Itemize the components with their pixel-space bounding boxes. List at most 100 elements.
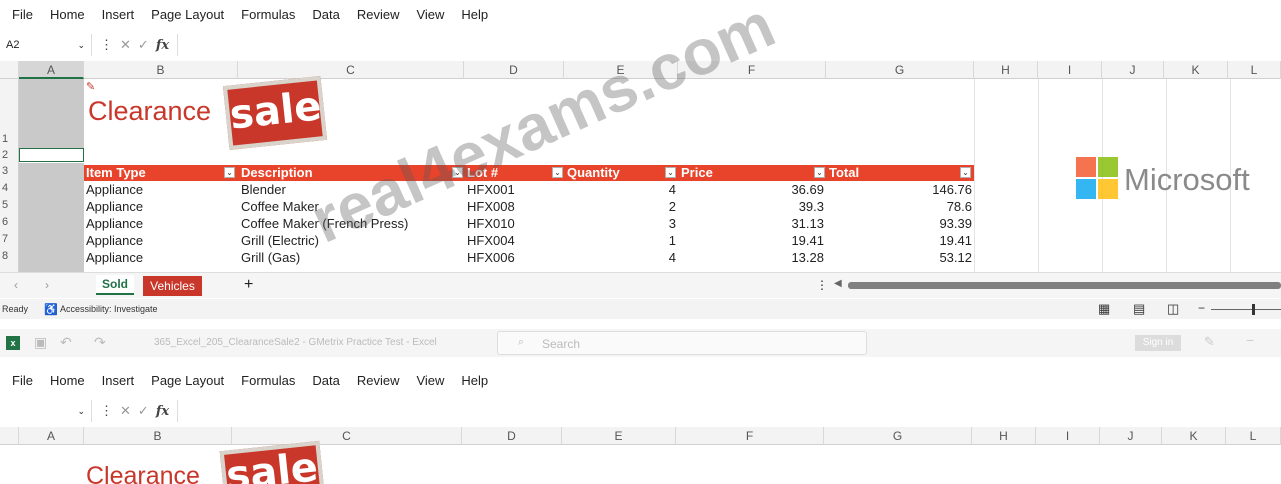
fx-icon[interactable]: fx [156, 38, 169, 53]
cell-total[interactable]: 78.6 [826, 199, 972, 214]
menu-page-layout[interactable]: Page Layout [151, 7, 224, 22]
cell-lot[interactable]: HFX004 [467, 233, 515, 248]
menu-view[interactable]: View [416, 7, 444, 22]
col-i[interactable]: I [1038, 61, 1102, 79]
col-l[interactable]: L [1226, 427, 1281, 445]
cell-item-type[interactable]: Appliance [86, 250, 143, 265]
menu-review[interactable]: Review [357, 7, 400, 22]
row-3[interactable]: 3 [2, 165, 8, 177]
col-c[interactable]: C [232, 427, 462, 445]
cell-price[interactable]: 31.13 [678, 216, 824, 231]
cell-item-type[interactable]: Appliance [86, 233, 143, 248]
zoom-slider[interactable] [1211, 309, 1281, 310]
more-icon[interactable]: ⋮ [100, 403, 113, 419]
menu-file[interactable]: File [12, 373, 33, 388]
cell-quantity[interactable]: 4 [564, 182, 676, 197]
filter-icon[interactable]: ⌄ [552, 167, 563, 178]
row-1[interactable]: 1 [2, 133, 8, 145]
enter-icon[interactable]: ✓ [138, 403, 149, 419]
row-6[interactable]: 6 [2, 216, 8, 228]
enter-icon[interactable]: ✓ [138, 37, 149, 53]
cell-quantity[interactable]: 4 [564, 250, 676, 265]
col-k[interactable]: K [1164, 61, 1228, 79]
cell-item-type[interactable]: Appliance [86, 216, 143, 231]
menu-data[interactable]: Data [312, 373, 339, 388]
cell-lot[interactable]: HFX008 [467, 199, 515, 214]
page-break-icon[interactable]: ◫ [1167, 301, 1179, 317]
cell-item-type[interactable]: Appliance [86, 199, 143, 214]
status-accessibility[interactable]: Accessibility: Investigate [60, 304, 158, 314]
filter-icon[interactable]: ⌄ [224, 167, 235, 178]
col-a[interactable]: A [19, 61, 84, 79]
col-e[interactable]: E [564, 61, 678, 79]
col-d[interactable]: D [462, 427, 562, 445]
filter-icon[interactable]: ⌄ [814, 167, 825, 178]
horizontal-scrollbar[interactable] [848, 282, 1281, 289]
cell-lot[interactable]: HFX010 [467, 216, 515, 231]
tab-vehicles[interactable]: Vehicles [143, 276, 202, 296]
col-g[interactable]: G [826, 61, 974, 79]
col-j[interactable]: J [1102, 61, 1164, 79]
col-h[interactable]: H [972, 427, 1036, 445]
more-icon[interactable]: ⋮ [816, 278, 828, 292]
save-icon[interactable]: ▣ [34, 334, 47, 351]
zoom-slider-thumb[interactable] [1252, 304, 1255, 315]
search-box[interactable]: ⌕ Search [497, 331, 867, 355]
menu-page-layout[interactable]: Page Layout [151, 373, 224, 388]
col-e[interactable]: E [562, 427, 676, 445]
formula-input[interactable] [178, 34, 1281, 56]
cell-price[interactable]: 19.41 [678, 233, 824, 248]
menu-help[interactable]: Help [461, 7, 488, 22]
name-box[interactable]: A2 ⌄ [0, 34, 92, 56]
menu-formulas[interactable]: Formulas [241, 373, 295, 388]
pen-icon[interactable]: ✎ [1204, 334, 1215, 350]
select-all[interactable] [0, 61, 19, 79]
more-icon[interactable]: ⋮ [100, 37, 113, 53]
cell-total[interactable]: 19.41 [826, 233, 972, 248]
row-4[interactable]: 4 [2, 182, 8, 194]
cell-quantity[interactable]: 3 [564, 216, 676, 231]
tab-sold[interactable]: Sold [96, 275, 134, 295]
col-f[interactable]: F [678, 61, 826, 79]
cell-lot[interactable]: HFX006 [467, 250, 515, 265]
cell-price[interactable]: 39.3 [678, 199, 824, 214]
fx-icon[interactable]: fx [156, 404, 169, 419]
menu-home[interactable]: Home [50, 7, 85, 22]
cell-price[interactable]: 13.28 [678, 250, 824, 265]
menu-view[interactable]: View [416, 373, 444, 388]
cell-lot[interactable]: HFX001 [467, 182, 515, 197]
cell-quantity[interactable]: 2 [564, 199, 676, 214]
cell-a1-selected[interactable] [19, 79, 84, 148]
sign-in-button[interactable]: Sign in [1135, 335, 1181, 351]
col-g[interactable]: G [824, 427, 972, 445]
col-b[interactable]: B [84, 427, 232, 445]
formula-input[interactable] [178, 400, 1281, 422]
row-8[interactable]: 8 [2, 250, 8, 262]
cell-description[interactable]: Grill (Gas) [241, 250, 300, 265]
cancel-icon[interactable]: ✕ [120, 403, 131, 419]
cell-description[interactable]: Grill (Electric) [241, 233, 319, 248]
select-all[interactable] [0, 427, 19, 445]
col-k[interactable]: K [1162, 427, 1226, 445]
name-box[interactable]: ⌄ [0, 400, 92, 422]
add-sheet-button[interactable]: + [244, 276, 253, 294]
cell-price[interactable]: 36.69 [678, 182, 824, 197]
row-5[interactable]: 5 [2, 199, 8, 211]
menu-home[interactable]: Home [50, 373, 85, 388]
chevron-down-icon[interactable]: ⌄ [77, 406, 85, 417]
cell-total[interactable]: 53.12 [826, 250, 972, 265]
cell-description[interactable]: Coffee Maker [241, 199, 319, 214]
cancel-icon[interactable]: ✕ [120, 37, 131, 53]
cell-total[interactable]: 93.39 [826, 216, 972, 231]
col-b[interactable]: B [84, 61, 238, 79]
col-i[interactable]: I [1036, 427, 1100, 445]
page-layout-icon[interactable]: ▤ [1133, 301, 1145, 317]
filter-icon[interactable]: ⌄ [665, 167, 676, 178]
col-a[interactable]: A [19, 427, 84, 445]
minimize-icon[interactable]: − [1246, 332, 1254, 348]
redo-icon[interactable]: ↷ [94, 334, 106, 351]
scroll-left-icon[interactable]: ◀ [834, 278, 842, 289]
filter-icon[interactable]: ⌄ [452, 167, 463, 178]
menu-help[interactable]: Help [461, 373, 488, 388]
cell-a2-active[interactable] [19, 148, 84, 162]
